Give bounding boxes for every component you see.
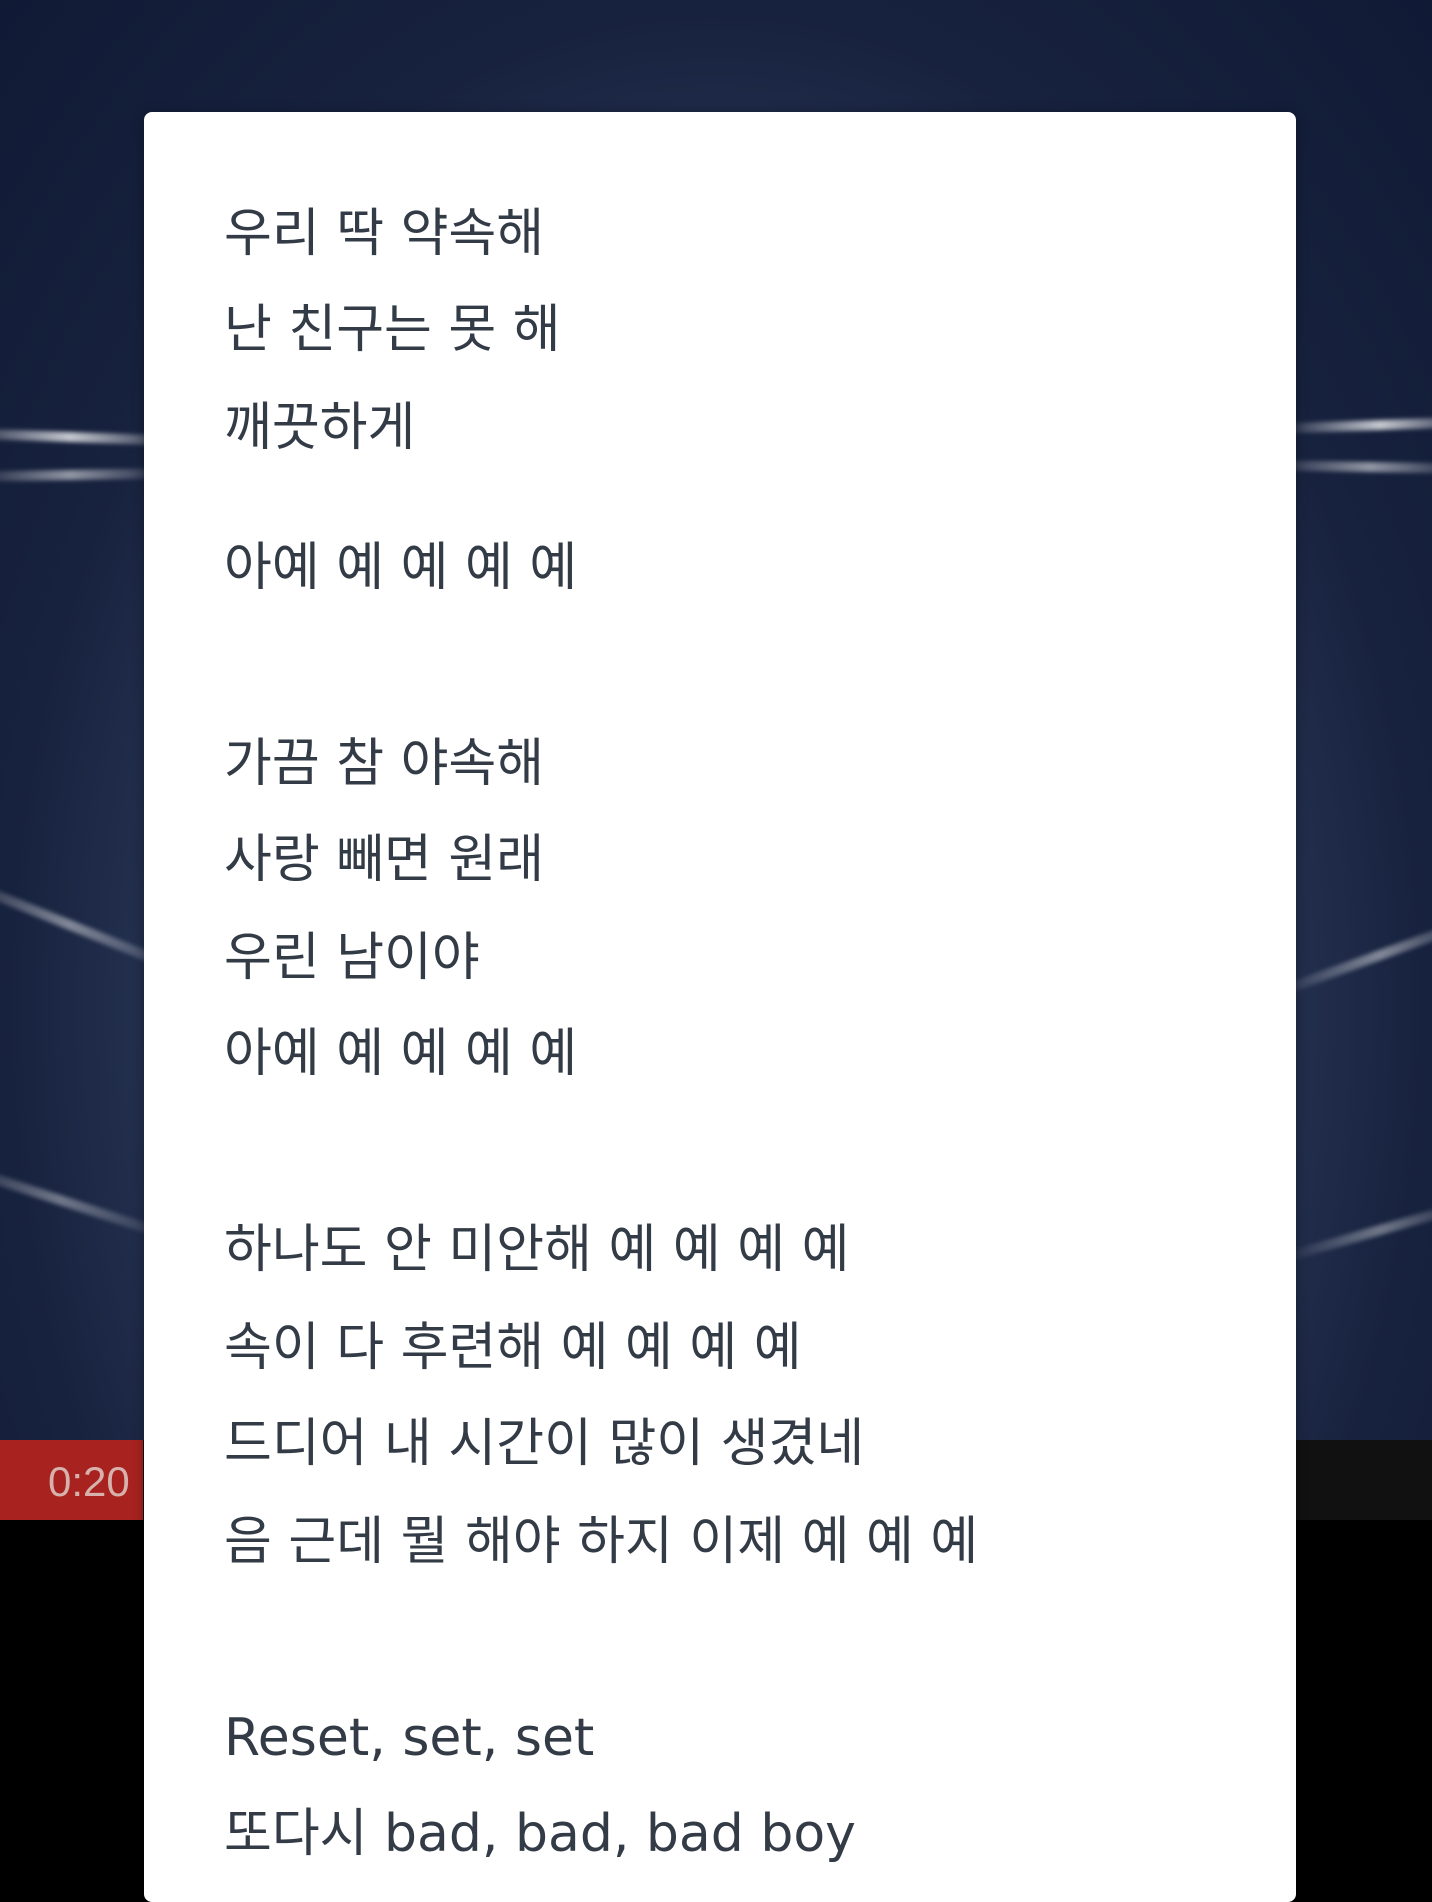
lyric-line: 깨끗하게 — [224, 398, 416, 458]
light-streak — [1274, 912, 1432, 998]
light-streak — [1279, 416, 1432, 434]
lyric-line: 아예 예 예 예 예 — [224, 1024, 578, 1084]
lyric-line: 속이 다 후련해 예 예 예 예 — [224, 1318, 802, 1378]
lyric-line: Reset, set, set — [224, 1708, 595, 1768]
lyric-line: 드디어 내 시간이 많이 생겼네 — [224, 1414, 865, 1474]
lyric-line: 음 근데 뭘 해야 하지 이제 예 예 예 — [224, 1512, 979, 1572]
lyric-line: 사랑 빼면 원래 — [224, 830, 545, 890]
lyric-line: 아예 예 예 예 예 — [224, 538, 578, 598]
lyrics-panel[interactable]: 우리 딱 약속해 난 친구는 못 해 깨끗하게 아예 예 예 예 예 가끔 참 … — [144, 112, 1296, 1902]
light-streak — [1282, 1197, 1432, 1263]
lyric-line: 우린 남이야 — [224, 928, 480, 988]
current-time: 0:20 — [48, 1458, 130, 1505]
lyric-line: 난 친구는 못 해 — [224, 300, 561, 360]
lyric-line: 또다시 bad, bad, bad boy — [224, 1804, 856, 1864]
lyric-line: 우리 딱 약속해 — [224, 204, 545, 264]
lyric-line: 하나도 안 미안해 예 예 예 예 — [224, 1220, 850, 1280]
lyric-line: 가끔 참 야속해 — [224, 734, 545, 794]
